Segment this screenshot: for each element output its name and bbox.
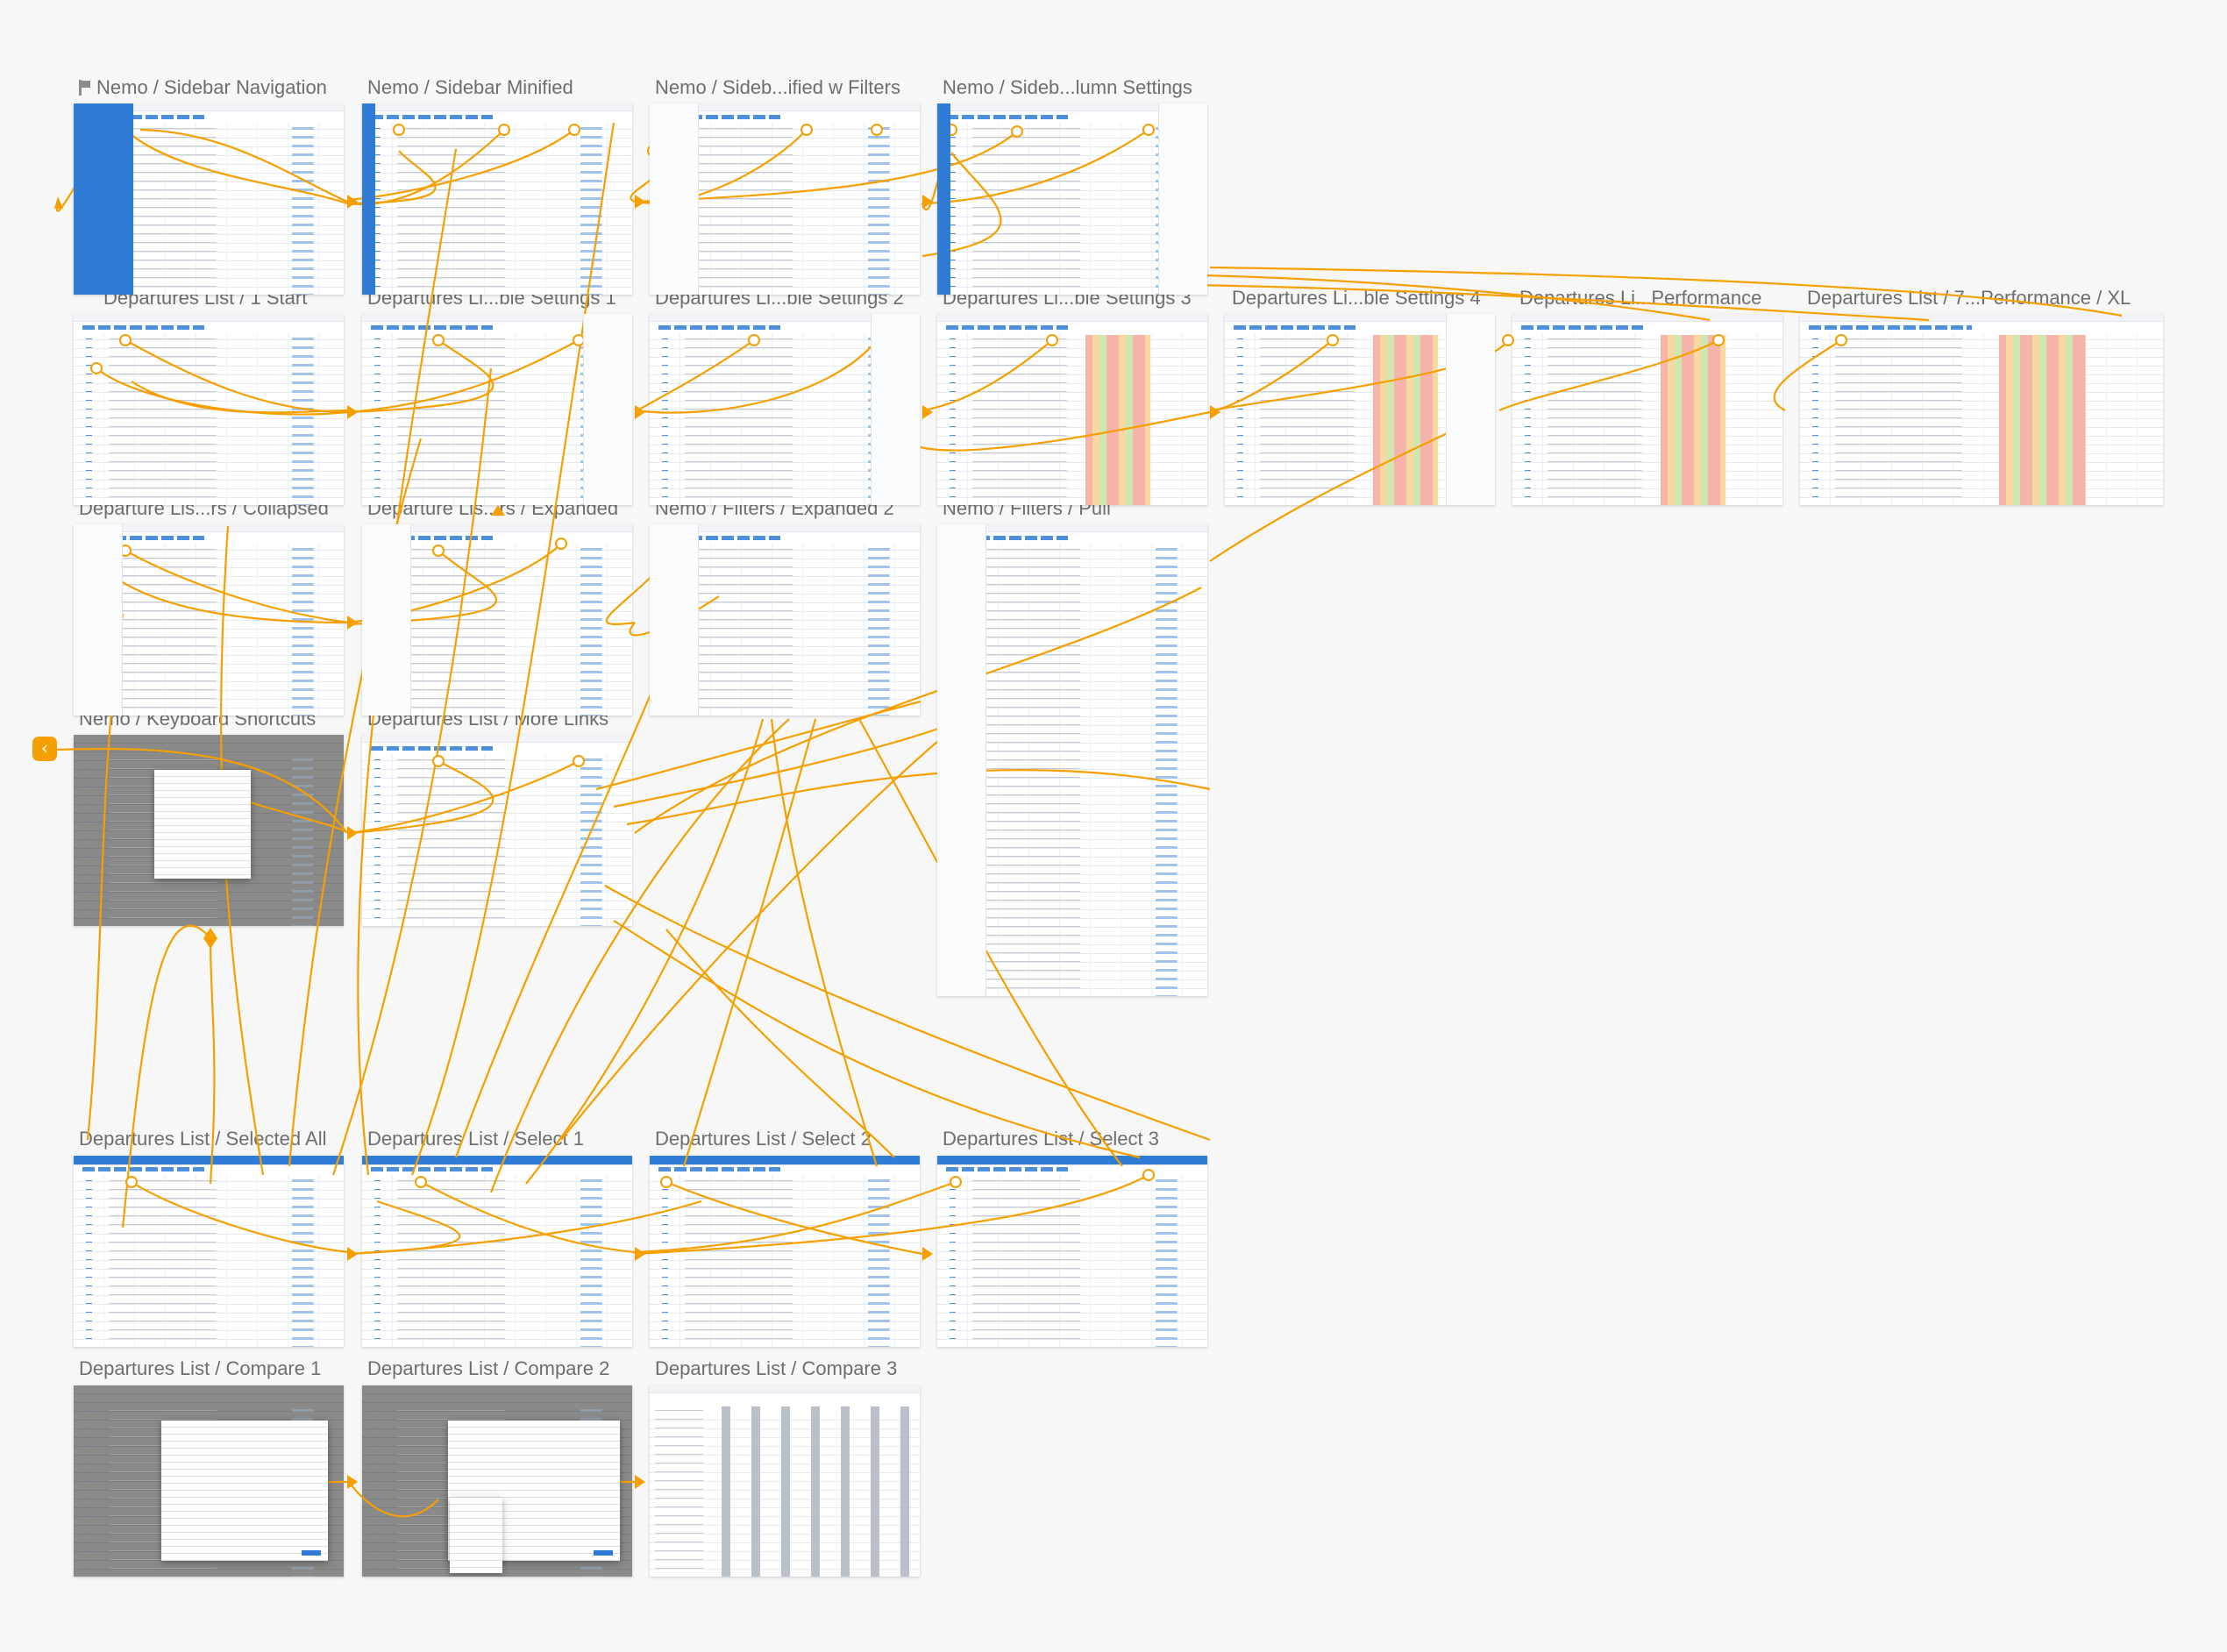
- compare-modal: [161, 1421, 328, 1561]
- flow-hotspot: [90, 362, 103, 374]
- flow-line: [604, 885, 1211, 1142]
- flow-hotspot: [1142, 124, 1155, 136]
- flow-hotspot: [871, 124, 883, 136]
- flow-arrowhead: [347, 616, 358, 630]
- flow-hotspot: [660, 1176, 672, 1188]
- flow-hotspot: [573, 755, 585, 767]
- flow-arrowhead: [347, 405, 358, 419]
- flow-line: [131, 381, 348, 414]
- flow-line: [634, 339, 755, 413]
- flow-hotspot: [125, 1176, 138, 1188]
- flow-line: [770, 718, 879, 1167]
- flow-line: [1773, 339, 1842, 411]
- flow-hotspot: [119, 334, 132, 346]
- flow-arrowhead: [922, 1247, 933, 1261]
- flow-lines: [55, 122, 2123, 1536]
- compare-button: [302, 1550, 321, 1556]
- flow-arrowhead: [922, 195, 933, 209]
- flow-line: [125, 339, 350, 414]
- flow-line: [346, 150, 437, 205]
- flow-line: [410, 122, 615, 1176]
- flow-line: [634, 1180, 957, 1254]
- flow-hotspot: [1835, 334, 1847, 346]
- flow-line: [348, 760, 494, 835]
- flow-hotspot: [555, 538, 567, 550]
- shortcuts-modal: [154, 770, 251, 879]
- flow-arrowhead: [347, 195, 358, 209]
- flow-line: [682, 718, 817, 1167]
- flow-line: [920, 410, 1211, 452]
- flow-arrowhead: [491, 505, 505, 516]
- flow-line: [348, 760, 580, 835]
- flow-line: [665, 929, 895, 1158]
- flow-line: [525, 718, 765, 1185]
- flow-hotspot: [498, 124, 510, 136]
- flow-arrowhead: [1210, 405, 1220, 419]
- flow-hotspot: [1327, 334, 1339, 346]
- flow-line: [1498, 339, 1719, 412]
- flow-line: [921, 339, 1053, 412]
- flow-line: [613, 920, 1141, 1159]
- compare-button: [594, 1550, 613, 1556]
- flow-line: [634, 1174, 1149, 1256]
- flow-arrowhead: [54, 196, 63, 209]
- flow-hotspot: [1046, 334, 1058, 346]
- flow-hotspot: [1011, 125, 1023, 138]
- flow-line: [858, 718, 1123, 1167]
- flow-hotspot: [432, 545, 445, 557]
- flow-hotspot: [432, 755, 445, 767]
- flow-line: [125, 550, 350, 624]
- flow-line: [131, 1181, 350, 1254]
- flow-hotspot: [393, 124, 405, 136]
- prototype-flows: [54, 122, 2123, 1536]
- flow-arrowhead: [203, 938, 217, 949]
- flow-hotspot: [1712, 334, 1725, 346]
- flow-hotspot: [748, 334, 760, 346]
- compare-dropdown: [450, 1498, 502, 1573]
- flow-line: [348, 1481, 439, 1518]
- flow-line: [331, 367, 493, 1176]
- flow-line: [1192, 283, 1930, 322]
- flow-hotspot: [1502, 334, 1514, 346]
- flow-hotspot: [415, 1176, 427, 1188]
- flow-line: [921, 152, 1002, 258]
- flow-line: [1209, 266, 2123, 317]
- flow-arrowhead: [347, 826, 358, 840]
- flow-line: [634, 339, 878, 414]
- flow-arrowhead: [922, 405, 933, 419]
- flow-arrowhead: [635, 195, 645, 209]
- flow-line: [139, 128, 348, 203]
- flow-hotspot: [568, 124, 580, 136]
- chevron-left-icon[interactable]: ‹: [32, 737, 57, 761]
- flow-line: [921, 129, 1149, 205]
- flow-line: [634, 587, 1202, 834]
- flow-hotspot: [1142, 1169, 1155, 1181]
- flow-arrowhead: [347, 1247, 358, 1261]
- flow-line: [104, 569, 348, 624]
- flow-line: [125, 129, 348, 205]
- flow-hotspot: [800, 124, 813, 136]
- flow-hotspot: [950, 1176, 962, 1188]
- flow-hotspot: [432, 334, 445, 346]
- flow-arrowhead: [635, 1247, 645, 1261]
- flow-line: [96, 367, 348, 416]
- flow-line: [209, 937, 216, 1185]
- flow-arrowhead: [635, 1475, 645, 1489]
